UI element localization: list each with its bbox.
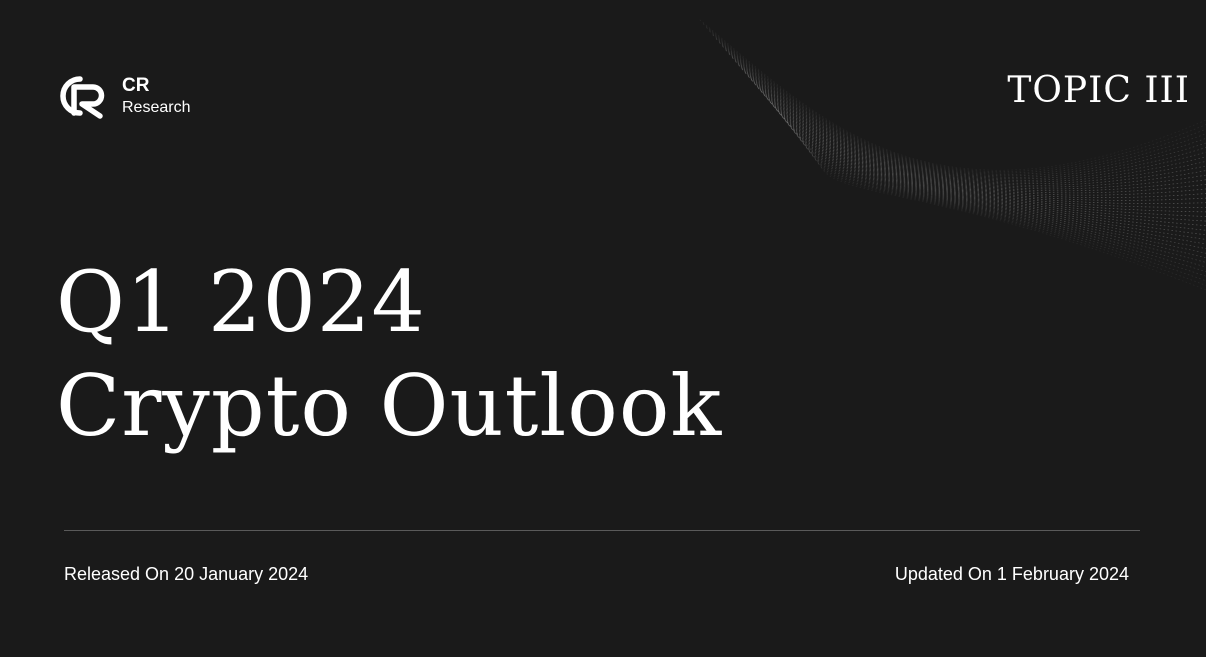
wave-line: [783, 118, 1206, 240]
title-line-1: Q1 2024: [56, 253, 426, 351]
brand-text: CR Research: [122, 74, 191, 116]
topic-label: TOPIC III: [1007, 70, 1190, 111]
wave-line: [787, 121, 1206, 245]
wave-line: [809, 148, 1206, 277]
wave-line: [796, 133, 1206, 259]
wave-line: [819, 159, 1206, 291]
wave-line: [803, 140, 1206, 268]
brand-subtitle: Research: [122, 98, 191, 116]
wave-line: [790, 125, 1206, 249]
cr-logo-icon: [60, 76, 105, 119]
updated-date: Updated On 1 February 2024: [894, 564, 1129, 584]
page-title: Q1 2024 Crypto Outlook: [56, 250, 722, 458]
brand-name: CR: [122, 74, 150, 96]
brand-logo: CR Research: [56, 72, 190, 120]
title-line-2: Crypto Outlook: [56, 357, 723, 455]
wave-line: [780, 114, 1206, 236]
wave-line: [800, 136, 1206, 263]
wave-line: [816, 155, 1206, 286]
wave-line: [793, 129, 1206, 254]
released-date: Released On 20 January 2024: [64, 564, 309, 584]
footer-divider: [64, 530, 1140, 531]
wave-line: [771, 102, 1206, 222]
wave-line: [806, 144, 1206, 272]
wave-line: [813, 152, 1206, 282]
wave-line: [774, 106, 1206, 227]
wave-line: [722, 46, 1206, 181]
wave-line: [764, 95, 1206, 213]
cover-page: CR Research TOPIC III Q1 2024 Crypto Out…: [0, 0, 1206, 657]
wave-line: [767, 99, 1206, 217]
wave-line: [777, 110, 1206, 231]
